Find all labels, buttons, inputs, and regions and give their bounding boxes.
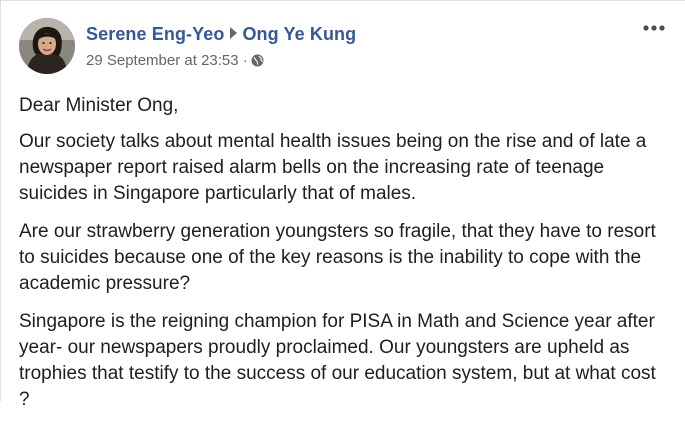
post-paragraph: Singapore is the reigning champion for P… bbox=[19, 311, 656, 410]
facebook-post: Serene Eng-Yeo Ong Ye Kung 29 September a… bbox=[0, 0, 685, 410]
post-participants: Serene Eng-Yeo Ong Ye Kung bbox=[86, 24, 356, 45]
meta-separator: · bbox=[242, 52, 248, 69]
post-paragraph: Are our strawberry generation youngsters… bbox=[19, 221, 656, 294]
post-header: Serene Eng-Yeo Ong Ye Kung 29 September a… bbox=[19, 18, 669, 78]
right-arrow-icon bbox=[230, 27, 238, 39]
globe-icon[interactable] bbox=[251, 54, 264, 67]
post-meta: 29 September at 23:53 · bbox=[86, 52, 264, 69]
post-body: Dear Minister Ong, Our society talks abo… bbox=[19, 93, 669, 425]
author-name-link[interactable]: Serene Eng-Yeo bbox=[86, 24, 224, 44]
profile-photo bbox=[19, 18, 75, 74]
post-paragraph: Our society talks about mental health is… bbox=[19, 131, 647, 204]
author-avatar[interactable] bbox=[19, 18, 75, 74]
recipient-name-link[interactable]: Ong Ye Kung bbox=[242, 24, 356, 44]
post-paragraph: Dear Minister Ong, bbox=[19, 95, 179, 116]
more-options-icon[interactable] bbox=[641, 20, 669, 36]
post-timestamp[interactable]: 29 September at 23:53 bbox=[86, 52, 239, 69]
